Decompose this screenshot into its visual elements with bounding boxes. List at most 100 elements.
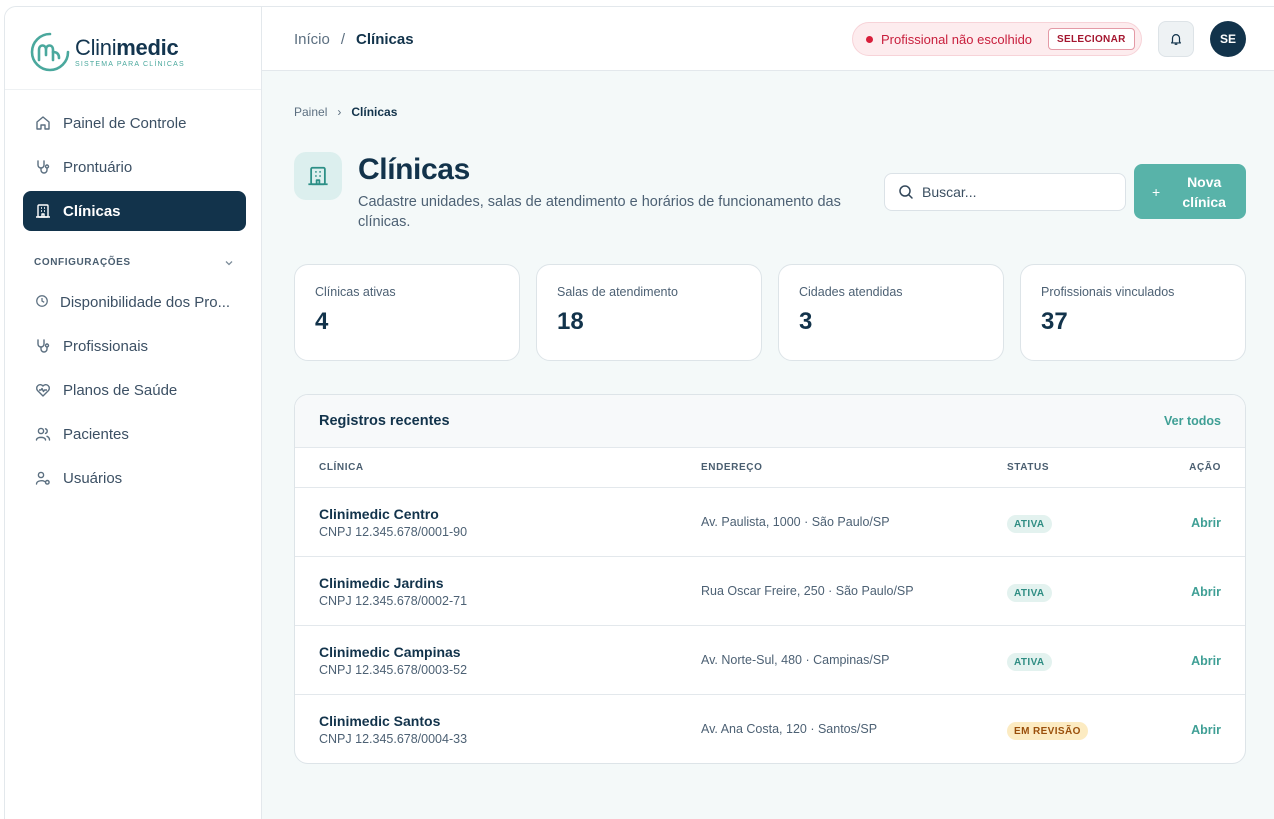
- panel-header: Registros recentes Ver todos: [295, 395, 1245, 448]
- clinic-address: Av. Norte-Sul, 480 · Campinas/SP: [701, 653, 890, 667]
- stat-value: 18: [557, 308, 584, 335]
- home-icon: [35, 115, 51, 131]
- status-badge: ATIVA: [1007, 515, 1052, 533]
- sidebar-item-planos[interactable]: Planos de Saúde: [23, 370, 246, 410]
- breadcrumb-separator: ›: [337, 105, 342, 119]
- user-cog-icon: [35, 470, 51, 486]
- professional-status-pill: Profissional não escolhido SELECIONAR: [852, 22, 1142, 56]
- search-input[interactable]: [922, 184, 1112, 200]
- see-all-link[interactable]: Ver todos: [1164, 414, 1221, 428]
- status-dot-icon: [866, 35, 873, 43]
- column-header-endereco: ENDEREÇO: [701, 462, 763, 473]
- stat-value: 4: [315, 308, 329, 335]
- stat-label: Cidades atendidas: [799, 285, 903, 299]
- logo[interactable]: Clinimedic SISTEMA PARA CLÍNICAS: [29, 31, 185, 73]
- clinic-cnpj: CNPJ 12.345.678/0003-52: [319, 663, 468, 677]
- clinic-address: Av. Paulista, 1000 · São Paulo/SP: [701, 515, 890, 529]
- main-content: Painel › Clínicas Clínicas Cadastre unid…: [262, 71, 1274, 819]
- sidebar-item-label: Pacientes: [63, 425, 129, 443]
- clinic-address: Rua Oscar Freire, 250 · São Paulo/SP: [701, 584, 914, 598]
- stat-value: 3: [799, 308, 813, 335]
- sidebar-item-label: Prontuário: [63, 158, 133, 176]
- sidebar-divider: [5, 89, 261, 90]
- section-configuracoes[interactable]: CONFIGURAÇÕES: [34, 257, 234, 268]
- clinic-cnpj: CNPJ 12.345.678/0001-90: [319, 525, 468, 539]
- heart-pulse-icon: [35, 382, 51, 398]
- app-window: Clinimedic SISTEMA PARA CLÍNICAS Painel …: [4, 6, 1274, 819]
- sidebar-item-label: Usuários: [63, 469, 123, 487]
- building-icon: [35, 203, 51, 219]
- sidebar-item-profissionais[interactable]: Profissionais: [23, 326, 246, 366]
- page-subtitle: Cadastre unidades, salas de atendimento …: [358, 194, 841, 230]
- new-clinic-button[interactable]: + Nova clínica: [1134, 164, 1246, 219]
- sidebar-item-label: Clínicas: [63, 202, 121, 220]
- breadcrumb-current: Clínicas: [351, 105, 398, 119]
- stat-label: Profissionais vinculados: [1041, 285, 1175, 299]
- section-label: CONFIGURAÇÕES: [34, 257, 131, 268]
- sidebar-item-label: Painel de Controle: [63, 114, 187, 132]
- sidebar-item-disponibilidade[interactable]: Disponibilidade dos Pro...: [23, 282, 246, 322]
- stat-card-cidades: Cidades atendidas 3: [778, 264, 1004, 361]
- breadcrumb-root-link[interactable]: Painel: [294, 105, 327, 119]
- building-icon: [294, 152, 342, 200]
- sidebar-item-prontuario[interactable]: Prontuário: [23, 147, 246, 187]
- breadcrumb-current: Clínicas: [356, 31, 414, 48]
- breadcrumb-separator: /: [340, 31, 346, 48]
- professional-status-text: Profissional não escolhido: [881, 31, 1033, 47]
- stat-value: 37: [1041, 308, 1068, 335]
- recent-records-panel: Registros recentes Ver todos CLÍNICA END…: [294, 394, 1246, 764]
- table-header: CLÍNICA ENDEREÇO STATUS AÇÃO: [295, 448, 1245, 488]
- users-icon: [35, 426, 51, 442]
- sidebar-item-usuarios[interactable]: Usuários: [23, 458, 246, 498]
- bell-icon: [1171, 34, 1181, 45]
- open-link[interactable]: Abrir: [1191, 723, 1221, 737]
- status-badge: ATIVA: [1007, 653, 1052, 671]
- open-link[interactable]: Abrir: [1191, 516, 1221, 530]
- notifications-button[interactable]: [1158, 21, 1194, 57]
- new-clinic-label: Nova clínica: [1182, 173, 1226, 210]
- page-breadcrumb: Painel › Clínicas: [294, 105, 397, 119]
- table-row: Clinimedic Jardins CNPJ 12.345.678/0002-…: [295, 557, 1245, 626]
- top-breadcrumb: Início / Clínicas: [294, 31, 414, 48]
- sidebar-item-painel[interactable]: Painel de Controle: [23, 103, 246, 143]
- stat-label: Salas de atendimento: [557, 285, 678, 299]
- column-header-acao: AÇÃO: [1189, 462, 1221, 473]
- table-row: Clinimedic Centro CNPJ 12.345.678/0001-9…: [295, 488, 1245, 557]
- status-badge: EM REVISÃO: [1007, 722, 1088, 740]
- avatar[interactable]: SE: [1210, 21, 1246, 57]
- stat-card-clinicas-ativas: Clínicas ativas 4: [294, 264, 520, 361]
- open-link[interactable]: Abrir: [1191, 654, 1221, 668]
- clinic-cnpj: CNPJ 12.345.678/0004-33: [319, 732, 468, 746]
- clinic-name: Clinimedic Campinas: [319, 644, 461, 660]
- stat-label: Clínicas ativas: [315, 285, 396, 299]
- panel-title: Registros recentes: [319, 413, 450, 429]
- column-header-status: STATUS: [1007, 462, 1050, 473]
- table-row: Clinimedic Santos CNPJ 12.345.678/0004-3…: [295, 695, 1245, 763]
- sidebar: Clinimedic SISTEMA PARA CLÍNICAS Painel …: [5, 7, 262, 819]
- open-link[interactable]: Abrir: [1191, 585, 1221, 599]
- search-box[interactable]: [884, 173, 1126, 211]
- sidebar-item-label: Planos de Saúde: [63, 381, 178, 399]
- table-row: Clinimedic Campinas CNPJ 12.345.678/0003…: [295, 626, 1245, 695]
- topbar: Início / Clínicas Profissional não escol…: [262, 7, 1274, 71]
- select-professional-button[interactable]: SELECIONAR: [1048, 28, 1135, 50]
- clinic-name: Clinimedic Santos: [319, 713, 441, 729]
- status-badge: ATIVA: [1007, 584, 1052, 602]
- stat-card-profissionais: Profissionais vinculados 37: [1020, 264, 1246, 361]
- clinic-address: Av. Ana Costa, 120 · Santos/SP: [701, 722, 878, 736]
- logo-mark-icon: [30, 32, 70, 72]
- column-header-clinica: CLÍNICA: [319, 462, 364, 473]
- sidebar-item-clinicas[interactable]: Clínicas: [23, 191, 246, 231]
- sidebar-item-pacientes[interactable]: Pacientes: [23, 414, 246, 454]
- clinic-cnpj: CNPJ 12.345.678/0002-71: [319, 594, 468, 608]
- clinic-name: Clinimedic Jardins: [319, 575, 444, 591]
- brand-tagline: SISTEMA PARA CLÍNICAS: [75, 60, 185, 68]
- page-title: Clínicas: [358, 153, 470, 186]
- search-icon: [899, 185, 913, 199]
- chevron-down-icon: [225, 260, 233, 265]
- sidebar-item-label: Profissionais: [63, 337, 149, 355]
- breadcrumb-home-link[interactable]: Início: [294, 31, 330, 48]
- plus-icon: +: [1152, 183, 1161, 200]
- brand-name: Clinimedic: [75, 34, 179, 60]
- clock-icon: [35, 294, 51, 310]
